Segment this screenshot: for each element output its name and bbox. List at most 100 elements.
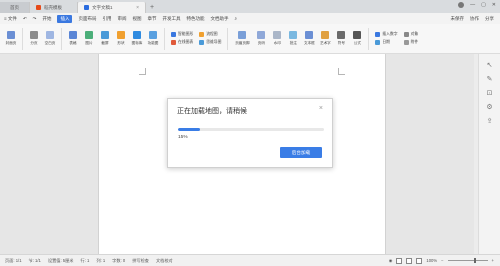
status-spell-check[interactable]: 拼写检查 [132,258,149,264]
status-proofread[interactable]: 文档校对 [156,258,173,264]
edit-icon[interactable]: ✎ [486,76,493,83]
blank-page-label: 空白页 [44,41,56,45]
window-controls: — ▢ ✕ [458,2,496,8]
watermark-icon [273,31,282,39]
formula-icon [353,31,362,39]
redo-icon[interactable]: ↷ [33,16,37,22]
table-tool[interactable]: 表格 [66,27,80,51]
attachment-button[interactable]: 附件 [403,40,418,45]
screenshot-tool[interactable]: 截屏 [98,27,112,51]
menu-developer[interactable]: 开发工具 [162,16,180,22]
tab-close-icon[interactable]: × [136,5,139,11]
avatar[interactable] [458,2,465,8]
comment-icon [289,31,298,39]
picture-tool[interactable]: 图片 [82,27,96,51]
unsaved-button[interactable]: 未保存 [451,16,465,22]
menu-section[interactable]: 章节 [147,16,156,22]
online-chart-button[interactable]: 在线图表 [171,40,193,45]
status-page[interactable]: 页面: 1/1 [5,258,22,264]
ribbon-toolbar: 封面页 分页 空白页 表格 图片 截屏 形状 图标库 功能图 智能图形 在线图表… [0,24,500,54]
menu-file[interactable]: ≡ 文件 [4,16,17,22]
maximize-icon[interactable]: ▢ [481,2,486,8]
share-icon[interactable]: ⇪ [486,118,493,125]
menu-page-layout[interactable]: 页面布局 [78,16,96,22]
close-window-icon[interactable]: ✕ [492,2,496,8]
screenshot-label: 截屏 [101,41,109,45]
status-setting: 设置值: 5厘米 [47,257,74,263]
flowchart-button[interactable]: 流程图 [199,32,221,37]
cover-page-label: 封面页 [5,41,17,45]
cursor-icon[interactable]: ↖ [486,62,493,69]
zoom-in-icon[interactable]: + [492,258,494,263]
cover-page-tool[interactable]: 封面页 [4,27,18,51]
object-icon [403,32,409,37]
picture-label: 图片 [85,41,93,45]
header-footer-icon [238,31,247,39]
icon-library-tool[interactable]: 图标库 [130,27,144,51]
status-word-count[interactable]: 字数: 0 [112,258,125,264]
header-footer-tool[interactable]: 页眉页脚 [232,27,252,51]
settings-icon[interactable]: ⚙ [486,104,493,111]
comment-tool[interactable]: 批注 [286,27,300,51]
web-view-icon[interactable] [416,257,423,264]
icon-library-label: 图标库 [131,41,143,45]
page-number-icon [257,31,266,39]
eye-icon[interactable]: ◉ [389,258,393,263]
dialog-close-icon[interactable]: × [319,105,323,112]
shapes-tool[interactable]: 形状 [114,27,128,51]
zoom-slider-knob[interactable] [473,258,476,263]
watermark-label: 水印 [273,41,281,45]
tab-home[interactable]: 首页 [0,2,30,13]
textbox-tool[interactable]: 文本框 [302,27,316,51]
symbol-tool[interactable]: 符号 [334,27,348,51]
object-button[interactable]: 对象 [403,32,418,37]
menu-view[interactable]: 视图 [132,16,141,22]
background-load-button[interactable]: 后台加载 [280,147,322,158]
blank-page-icon [46,31,54,39]
menu-home[interactable]: 开始 [42,16,51,22]
right-sidebar: ↖ ✎ ⊡ ⚙ ⇪ [478,54,500,254]
new-tab-button[interactable]: + [150,2,154,13]
search-icon[interactable]: ⌕ [234,16,237,21]
minimize-icon[interactable]: — [470,2,475,8]
menu-features[interactable]: 特色功能 [186,16,204,22]
symbol-icon [337,31,346,39]
wordart-tool[interactable]: 艺术字 [318,27,332,51]
insert-number-button[interactable]: 插入数字 [375,32,398,37]
menu-review[interactable]: 审阅 [117,16,126,22]
status-section: 节: 1/1 [28,257,41,263]
writer-icon [84,5,89,10]
page-break-label: 分页 [30,41,38,45]
page-break-tool[interactable]: 分页 [27,27,41,51]
zoom-out-icon[interactable]: − [441,258,443,263]
date-button[interactable]: 日期 [375,40,397,45]
collaborate-button[interactable]: 协作 [470,16,479,22]
header-footer-label: 页眉页脚 [235,41,250,45]
tab-document[interactable]: 文字文稿1 × [78,2,146,13]
smart-art-icon [171,32,176,37]
smart-art-button[interactable]: 智能图形 [171,32,193,37]
function-chart-icon [149,31,157,39]
menu-insert[interactable]: 插入 [57,14,73,23]
outline-view-icon[interactable] [406,257,413,264]
symbol-label: 符号 [337,41,345,45]
blank-page-tool[interactable]: 空白页 [43,27,57,51]
function-chart-label: 功能图 [147,41,159,45]
watermark-tool[interactable]: 水印 [270,27,284,51]
online-chart-label: 在线图表 [178,40,194,44]
wordart-icon [321,31,330,39]
menu-doc-assistant[interactable]: 文档助手 [210,16,228,22]
mind-map-button[interactable]: 思维导图 [199,40,221,45]
formula-tool[interactable]: 公式 [350,27,364,51]
shapes-label: 形状 [117,41,125,45]
zoom-slider[interactable] [447,258,488,263]
menu-references[interactable]: 引用 [102,16,111,22]
tab-docer[interactable]: 稻壳模板 [30,2,78,13]
undo-icon[interactable]: ↶ [23,16,27,22]
lock-icon[interactable]: ⊡ [486,90,493,97]
page-view-icon[interactable] [396,257,403,264]
share-button[interactable]: 分享 [485,16,494,22]
function-chart-tool[interactable]: 功能图 [146,27,160,51]
comment-label: 批注 [289,41,297,45]
page-number-tool[interactable]: 页码 [254,27,268,51]
